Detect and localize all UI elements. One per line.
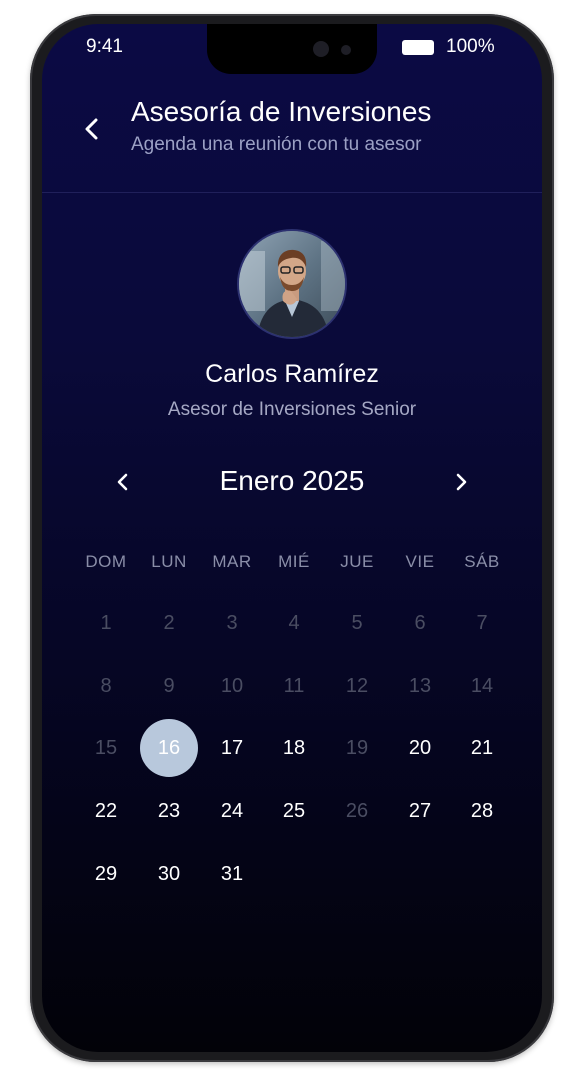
- weekday-label: MIÉ: [278, 552, 310, 571]
- calendar-day: 7: [476, 612, 488, 634]
- calendar-day[interactable]: 17: [203, 719, 261, 777]
- calendar-day: 8: [100, 675, 112, 697]
- header-divider: [42, 192, 542, 193]
- calendar-day: 4: [288, 612, 300, 634]
- calendar-day[interactable]: 28: [453, 782, 511, 840]
- chevron-right-icon: [456, 473, 467, 491]
- calendar-day[interactable]: 30: [140, 845, 198, 903]
- battery-icon: [402, 40, 434, 55]
- calendar-day: 3: [226, 612, 238, 634]
- calendar-day[interactable]: 24: [203, 782, 261, 840]
- camera-notch: [207, 24, 377, 74]
- calendar-day: 9: [163, 675, 175, 697]
- calendar-day: 11: [283, 675, 305, 697]
- status-time: 9:41: [86, 36, 123, 57]
- weekday-label: LUN: [151, 552, 187, 571]
- calendar-day-selected[interactable]: 16: [140, 719, 198, 777]
- calendar-day: 13: [408, 675, 432, 697]
- battery-percentage: 100%: [446, 36, 495, 57]
- advisor-photo: [239, 231, 345, 337]
- calendar-day: 10: [220, 675, 244, 697]
- sensor-icon: [341, 45, 351, 55]
- weekday-label: SÁB: [464, 552, 500, 571]
- calendar-day: 12: [345, 675, 369, 697]
- calendar-day: 2: [163, 612, 175, 634]
- calendar-day: 15: [94, 737, 118, 759]
- calendar-day[interactable]: 18: [265, 719, 323, 777]
- weekday-label: MAR: [212, 552, 252, 571]
- calendar-day[interactable]: 20: [391, 719, 449, 777]
- advisor-avatar: [237, 229, 347, 339]
- calendar-day[interactable]: 21: [453, 719, 511, 777]
- weekday-label: JUE: [340, 552, 374, 571]
- calendar-day: 6: [414, 612, 426, 634]
- calendar-day[interactable]: 29: [77, 845, 135, 903]
- calendar-day: 26: [345, 800, 369, 822]
- page-subtitle: Agenda una reunión con tu asesor: [131, 134, 422, 155]
- next-month-button[interactable]: [446, 467, 476, 497]
- advisor-role: Asesor de Inversiones Senior: [167, 399, 417, 420]
- page-title: Asesoría de Inversiones: [131, 96, 432, 127]
- calendar-day[interactable]: 31: [203, 845, 261, 903]
- weekday-label: DOM: [85, 552, 127, 571]
- calendar-day: 1: [100, 612, 112, 634]
- chevron-left-icon: [85, 118, 98, 140]
- app-screen: 9:41 100% Asesoría de Inversiones Agenda…: [42, 24, 542, 1052]
- weekday-label: VIE: [405, 552, 435, 571]
- calendar-day: 19: [345, 737, 369, 759]
- calendar-day[interactable]: 27: [391, 782, 449, 840]
- camera-lens-icon: [313, 41, 329, 57]
- calendar-day[interactable]: 23: [140, 782, 198, 840]
- advisor-name: Carlos Ramírez: [205, 360, 379, 388]
- calendar-day: 5: [351, 612, 363, 634]
- calendar-day[interactable]: 22: [77, 782, 135, 840]
- calendar-day: 14: [470, 675, 494, 697]
- calendar-day[interactable]: 25: [265, 782, 323, 840]
- back-button[interactable]: [78, 114, 106, 144]
- phone-frame: 9:41 100% Asesoría de Inversiones Agenda…: [30, 14, 554, 1062]
